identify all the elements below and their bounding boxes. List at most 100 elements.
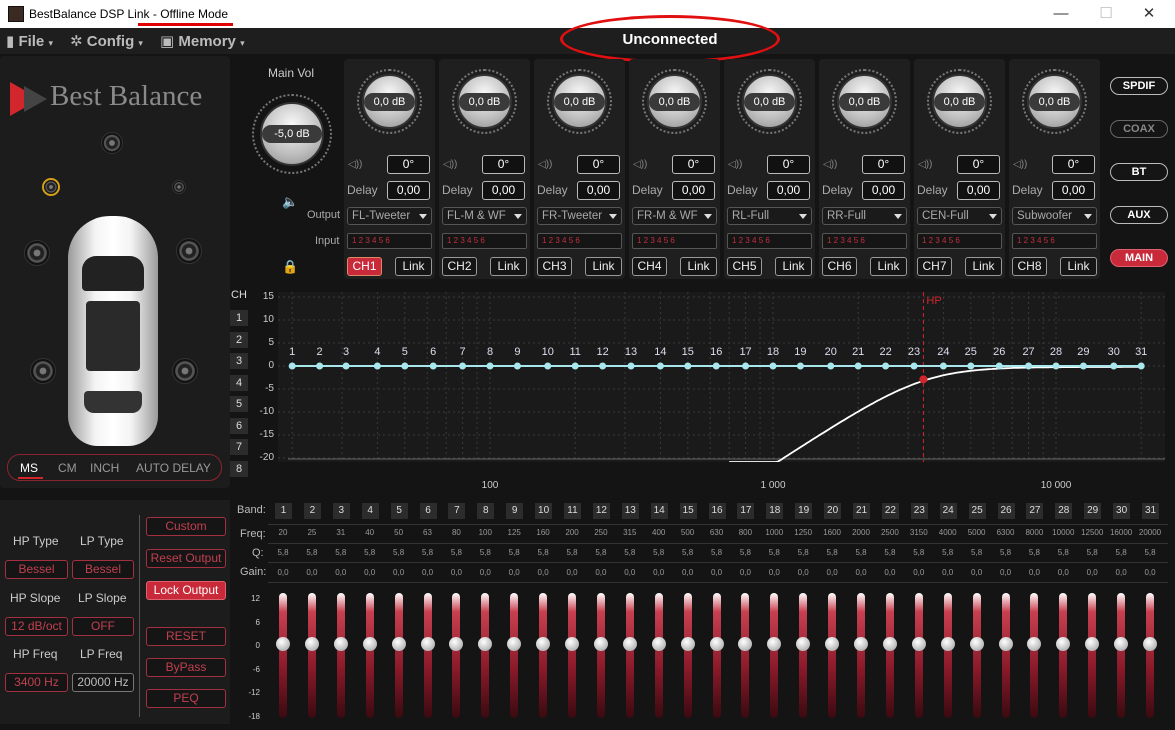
- output-select[interactable]: FR-M & WF: [632, 207, 717, 225]
- band-gain-slider[interactable]: [683, 593, 692, 718]
- band-button[interactable]: 29: [1084, 503, 1102, 519]
- input-matrix[interactable]: 1 2 3 4 5 6: [442, 233, 527, 249]
- band-gain-value[interactable]: 0,0: [471, 568, 499, 577]
- eq-band-point[interactable]: [544, 362, 552, 370]
- hp-freq-field[interactable]: 3400 Hz: [5, 673, 68, 692]
- band-q-value[interactable]: 5,8: [992, 548, 1020, 557]
- band-freq-value[interactable]: 40: [356, 528, 384, 537]
- band-gain-slider[interactable]: [712, 593, 721, 718]
- band-q-value[interactable]: 5,8: [674, 548, 702, 557]
- frequency-response-graph[interactable]: HP1 2 3 4 5 6 7 8 9 10 11 12 13 14 15 16 17 18 19 20 21 22 23 2…: [278, 292, 1165, 462]
- band-gain-slider[interactable]: [972, 593, 981, 718]
- band-freq-value[interactable]: 160: [529, 528, 557, 537]
- link-button[interactable]: Link: [965, 257, 1002, 276]
- band-gain-value[interactable]: 0,0: [414, 568, 442, 577]
- band-gain-slider-thumb[interactable]: [738, 637, 753, 651]
- band-gain-value[interactable]: 0,0: [1049, 568, 1077, 577]
- phase-field[interactable]: 0°: [767, 155, 810, 174]
- eq-band-point[interactable]: [742, 362, 750, 370]
- speaker-rl-icon[interactable]: [30, 358, 56, 384]
- eq-band-point[interactable]: [854, 362, 862, 370]
- band-freq-value[interactable]: 315: [616, 528, 644, 537]
- eq-band-point[interactable]: [939, 362, 947, 370]
- band-q-value[interactable]: 5,8: [356, 548, 384, 557]
- lock-output-button[interactable]: Lock Output: [146, 581, 226, 600]
- delay-field[interactable]: 0,00: [767, 181, 810, 200]
- band-button[interactable]: 22: [881, 503, 899, 519]
- mute-speaker-icon[interactable]: ◁)): [443, 159, 457, 170]
- band-q-value[interactable]: 5,8: [298, 548, 326, 557]
- band-button[interactable]: 13: [621, 503, 639, 519]
- eq-band-point[interactable]: [401, 362, 409, 370]
- eq-band-point[interactable]: [827, 362, 835, 370]
- band-gain-slider[interactable]: [943, 593, 952, 718]
- band-gain-slider[interactable]: [914, 593, 923, 718]
- band-freq-value[interactable]: 200: [558, 528, 586, 537]
- reset-output-button[interactable]: Reset Output: [146, 549, 226, 568]
- band-gain-value[interactable]: 0,0: [269, 568, 297, 577]
- band-gain-value[interactable]: 0,0: [789, 568, 817, 577]
- band-button[interactable]: 24: [939, 503, 957, 519]
- band-q-value[interactable]: 5,8: [760, 548, 788, 557]
- band-gain-slider-thumb[interactable]: [449, 637, 464, 651]
- eq-band-point[interactable]: [459, 362, 467, 370]
- source-bt-button[interactable]: BT: [1110, 163, 1168, 181]
- mute-speaker-icon[interactable]: ◁)): [728, 159, 742, 170]
- ch-list-item[interactable]: 8: [230, 460, 248, 477]
- band-gain-slider-thumb[interactable]: [1027, 637, 1042, 651]
- eq-band-point[interactable]: [910, 362, 918, 370]
- band-gain-slider[interactable]: [596, 593, 605, 718]
- band-button[interactable]: 3: [332, 503, 350, 519]
- output-select[interactable]: RL-Full: [727, 207, 812, 225]
- channel-gain-knob[interactable]: 0,0 dB: [552, 74, 607, 129]
- ch-list-item[interactable]: 6: [230, 417, 248, 434]
- channel-select-button[interactable]: CH8: [1012, 257, 1047, 276]
- link-button[interactable]: Link: [395, 257, 432, 276]
- eq-band-point[interactable]: [882, 362, 890, 370]
- band-freq-value[interactable]: 12500: [1078, 528, 1106, 537]
- band-gain-value[interactable]: 0,0: [934, 568, 962, 577]
- eq-band-point[interactable]: [995, 362, 1003, 370]
- eq-band-point[interactable]: [288, 362, 296, 370]
- band-q-value[interactable]: 5,8: [703, 548, 731, 557]
- band-freq-value[interactable]: 50: [385, 528, 413, 537]
- band-freq-value[interactable]: 8000: [1020, 528, 1048, 537]
- band-button[interactable]: 25: [968, 503, 986, 519]
- link-button[interactable]: Link: [870, 257, 907, 276]
- band-q-value[interactable]: 5,8: [414, 548, 442, 557]
- band-q-value[interactable]: 5,8: [934, 548, 962, 557]
- band-q-value[interactable]: 5,8: [1078, 548, 1106, 557]
- band-q-value[interactable]: 5,8: [963, 548, 991, 557]
- band-freq-value[interactable]: 20: [269, 528, 297, 537]
- band-freq-value[interactable]: 1600: [818, 528, 846, 537]
- peq-button[interactable]: PEQ: [146, 689, 226, 708]
- bypass-button[interactable]: ByPass: [146, 658, 226, 677]
- band-gain-value[interactable]: 0,0: [356, 568, 384, 577]
- eq-band-point[interactable]: [316, 362, 324, 370]
- band-gain-value[interactable]: 0,0: [616, 568, 644, 577]
- output-select[interactable]: Subwoofer: [1012, 207, 1097, 225]
- band-freq-value[interactable]: 20000: [1136, 528, 1164, 537]
- speaker-center-icon[interactable]: [101, 132, 123, 154]
- band-gain-slider[interactable]: [654, 593, 663, 718]
- channel-select-button[interactable]: CH3: [537, 257, 572, 276]
- source-main-button[interactable]: MAIN: [1110, 249, 1168, 267]
- output-select[interactable]: FL-M & WF: [442, 207, 527, 225]
- band-gain-slider-thumb[interactable]: [998, 637, 1013, 651]
- band-gain-slider[interactable]: [1001, 593, 1010, 718]
- band-button[interactable]: 4: [361, 503, 379, 519]
- band-freq-value[interactable]: 25: [298, 528, 326, 537]
- band-gain-slider-thumb[interactable]: [911, 637, 926, 651]
- band-gain-slider[interactable]: [1088, 593, 1097, 718]
- band-freq-value[interactable]: 100: [471, 528, 499, 537]
- channel-gain-knob[interactable]: 0,0 dB: [1027, 74, 1082, 129]
- band-freq-value[interactable]: 250: [587, 528, 615, 537]
- mute-speaker-icon[interactable]: ◁)): [538, 159, 552, 170]
- close-button[interactable]: ✕: [1138, 3, 1160, 25]
- band-button[interactable]: 5: [390, 503, 408, 519]
- band-gain-slider-thumb[interactable]: [420, 637, 435, 651]
- band-button[interactable]: 7: [448, 503, 466, 519]
- input-matrix[interactable]: 1 2 3 4 5 6: [632, 233, 717, 249]
- band-gain-value[interactable]: 0,0: [1136, 568, 1164, 577]
- band-q-value[interactable]: 5,8: [500, 548, 528, 557]
